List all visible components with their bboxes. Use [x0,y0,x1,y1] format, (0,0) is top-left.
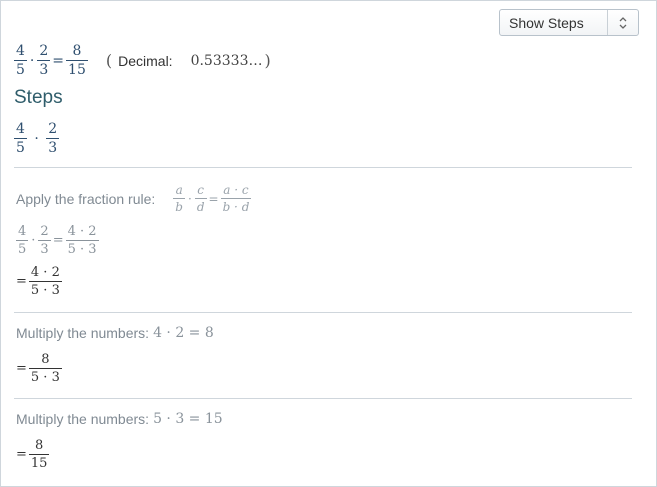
fraction: 4 5 [16,224,29,257]
denominator: 15 [28,454,50,471]
equals-symbol: = [52,52,65,69]
step1-expression: 4 5 · 2 3 = 4 · 2 5 · 3 [16,225,99,256]
equals-symbol: = [16,361,27,376]
numerator: 4 [16,121,25,137]
step2-result: = 8 5 · 3 [16,353,62,384]
denominator: b · d [220,198,252,214]
fraction: c d [194,183,207,214]
decimal-value: 0.53333… [190,52,263,69]
denominator: 15 [66,60,88,78]
numerator: 4 [16,43,25,59]
numerator: 4 · 2 [67,224,97,239]
step1-label-row: Apply the fraction rule: a b · c d = a ·… [16,183,252,214]
denominator: 3 [46,138,60,156]
denominator: 5 [14,138,27,156]
fraction: a b [173,184,185,213]
fraction: a · c b · d [220,183,252,214]
step3-result: = 8 15 [16,438,50,471]
denominator: 3 [38,240,51,257]
equals-symbol: = [208,191,219,206]
numerator: 8 [35,438,44,453]
denominator: 5 [14,60,27,78]
fraction: 8 15 [66,44,88,77]
fraction: 8 5 · 3 [28,352,62,385]
step-label: Multiply the numbers: [16,325,150,341]
fraction: 2 3 [46,121,60,156]
divider [14,167,632,168]
decimal-label: Decimal: [118,52,173,69]
fraction: 4 · 2 5 · 3 [65,224,99,257]
equals-symbol: = [52,233,64,248]
equals-symbol: = [16,447,27,462]
close-paren: ) [264,51,271,70]
steps-heading: Steps [14,87,63,108]
fraction: 4 5 [14,44,27,77]
multiply-symbol: · [34,130,39,147]
fraction: 4 · 2 5 · 3 [28,265,62,298]
denominator: 5 · 3 [28,281,62,298]
divider [14,312,632,313]
fraction: 8 15 [28,438,50,471]
numerator: c [197,183,205,197]
numerator: a [175,183,183,197]
multiply-symbol: · [187,191,192,206]
dropdown-separator [607,10,608,35]
steps-panel: Show Steps 4 5 · 2 3 = 8 15 ( Decimal: 0… [0,0,657,487]
up-down-arrows-icon [619,17,627,29]
fraction-rule: a b · c d = a · c b · d [173,183,252,214]
open-paren: ( [105,51,113,70]
divider [14,398,632,399]
numerator: a · c [223,183,249,197]
fraction: 2 3 [38,224,51,257]
multiply-symbol: · [29,52,35,69]
numerator: 8 [72,43,82,59]
numerator: 2 [39,43,49,59]
denominator: 5 · 3 [28,368,62,385]
step-math: 5 · 3 = 15 [153,411,223,427]
multiply-symbol: · [31,233,36,248]
step-math: 4 · 2 = 8 [153,325,214,341]
step2-label-row: Multiply the numbers: 4 · 2 = 8 [16,325,214,341]
numerator: 2 [40,224,49,239]
step-label: Apply the fraction rule: [16,190,156,207]
show-steps-dropdown[interactable]: Show Steps [499,9,639,36]
step3-label-row: Multiply the numbers: 5 · 3 = 15 [16,411,223,427]
dropdown-selected-label: Show Steps [509,15,584,31]
denominator: 5 · 3 [65,240,99,257]
expression: 4 5 · 2 3 [14,121,60,156]
numerator: 8 [41,352,50,367]
equals-symbol: = [16,274,27,289]
denominator: b [173,198,185,214]
step-label: Multiply the numbers: [16,411,150,427]
denominator: 5 [16,240,29,257]
result-line: 4 5 · 2 3 = 8 15 ( Decimal: 0.53333… ) [14,44,271,77]
numerator: 4 · 2 [30,265,60,280]
fraction: 2 3 [37,43,51,78]
denominator: d [194,198,207,214]
fraction: 4 5 [14,122,27,155]
numerator: 4 [18,224,27,239]
denominator: 3 [37,60,51,78]
step1-result: = 4 · 2 5 · 3 [16,266,62,297]
numerator: 2 [48,121,58,137]
